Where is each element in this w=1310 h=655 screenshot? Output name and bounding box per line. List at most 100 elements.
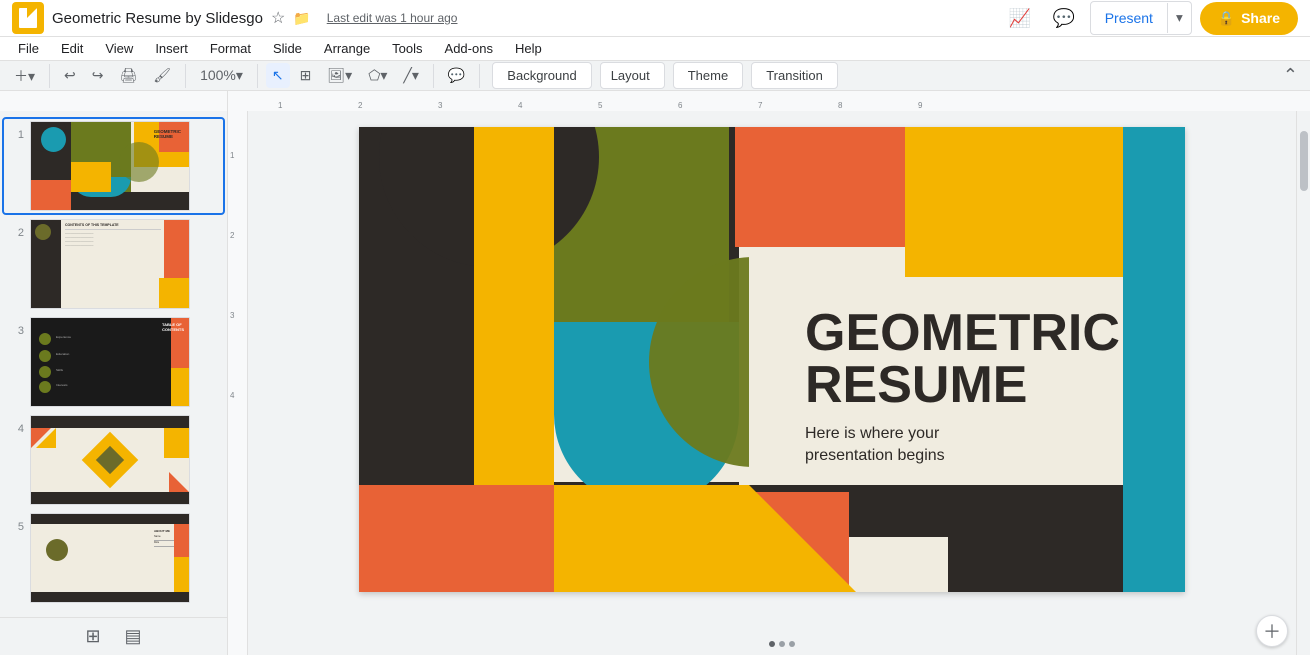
slide-thumb-3[interactable]: 3 TABLE OFCONTENTS Experience Education … [4, 315, 223, 409]
nav-dot-2[interactable] [779, 641, 785, 647]
add-button[interactable]: ＋▾ [8, 62, 41, 90]
paint-format-button[interactable]: 🖌 [147, 63, 177, 88]
present-button-group: Present ▾ [1090, 1, 1192, 35]
grid-view-button[interactable]: ⊞ [77, 622, 108, 651]
slide-thumb-4[interactable]: 4 [4, 413, 223, 507]
nav-dot-3[interactable] [789, 641, 795, 647]
sl-teal-strip [1123, 127, 1185, 592]
slide-preview-4 [30, 415, 190, 505]
ruler-corner [0, 91, 228, 111]
slide-navigation-dots [769, 641, 795, 647]
print-button[interactable]: 🖨 [114, 63, 144, 88]
slide-preview-1: GEOMETRICRESUME [30, 121, 190, 211]
image-button[interactable]: 🖼▾ [321, 63, 358, 88]
menu-help[interactable]: Help [505, 37, 552, 60]
slide-thumb-5[interactable]: 5 ABOUT ME Name Role [4, 511, 223, 605]
add-element-button[interactable]: ＋ [1256, 615, 1288, 647]
ruler-v-tick: 1 [230, 151, 234, 160]
view-toggle: ⊞ ▤ [0, 617, 227, 655]
app-icon [12, 2, 44, 34]
menu-format[interactable]: Format [200, 37, 261, 60]
ruler-tick: 9 [918, 101, 922, 110]
zoom-button[interactable]: 100%▾ [194, 63, 249, 88]
canvas-area: 1 2 3 4 [228, 111, 1296, 655]
ruler-tick: 2 [358, 101, 362, 110]
header-right: 📈 💬 Present ▾ 🔒 Share [1002, 0, 1298, 36]
select-button[interactable]: ↖ [266, 63, 290, 88]
ruler-row: 1 2 3 4 5 6 7 8 9 [0, 91, 1310, 111]
ruler-tick: 7 [758, 101, 762, 110]
star-icon[interactable]: ☆ [271, 8, 285, 28]
slide-preview-2: CONTENTS OF THIS TEMPLATE ──────────────… [30, 219, 190, 309]
folder-icon[interactable]: 📁 [293, 10, 310, 27]
toolbar-right: ⌃ [1279, 61, 1302, 90]
slides-panel: 1 GEOMETRICRESUME [0, 111, 228, 655]
ruler-vertical: 1 2 3 4 [228, 111, 248, 655]
menu-slide[interactable]: Slide [263, 37, 312, 60]
sep1 [49, 64, 50, 88]
menu-view[interactable]: View [95, 37, 143, 60]
share-label: Share [1241, 10, 1280, 26]
theme-button[interactable]: Theme [673, 62, 743, 89]
sl-yellow-stripe [474, 127, 554, 497]
ruler-tick: 6 [678, 101, 682, 110]
ruler-horizontal: 1 2 3 4 5 6 7 8 9 [228, 91, 1310, 111]
sep4 [433, 64, 434, 88]
sep5 [479, 64, 480, 88]
vertical-scrollbar[interactable] [1296, 111, 1310, 655]
slide-thumb-2[interactable]: 2 CONTENTS OF THIS TEMPLATE ────────────… [4, 217, 223, 311]
menu-arrange[interactable]: Arrange [314, 37, 380, 60]
textbox-button[interactable]: ⊞ [294, 63, 318, 88]
menu-insert[interactable]: Insert [145, 37, 198, 60]
layout-button[interactable]: Layout [600, 62, 665, 89]
ruler-v-tick: 2 [230, 231, 234, 240]
collapse-toolbar-button[interactable]: ⌃ [1279, 61, 1302, 90]
menu-file[interactable]: File [8, 37, 49, 60]
menu-edit[interactable]: Edit [51, 37, 93, 60]
slide-preview-3: TABLE OFCONTENTS Experience Education Sk… [30, 317, 190, 407]
analytics-icon[interactable]: 📈 [1002, 0, 1038, 36]
sl-coral-topright [735, 127, 905, 247]
lock-icon: 🔒 [1218, 10, 1235, 27]
slide-num-4: 4 [8, 423, 24, 435]
sep3 [257, 64, 258, 88]
background-button[interactable]: Background [492, 62, 591, 89]
comment-button[interactable]: 💬 [442, 63, 471, 88]
comments-icon[interactable]: 💬 [1046, 0, 1082, 36]
scrollbar-thumb[interactable] [1300, 131, 1308, 191]
ruler-tick: 1 [278, 101, 282, 110]
ruler-tick: 8 [838, 101, 842, 110]
undo-button[interactable]: ↩ [58, 63, 82, 88]
present-main-button[interactable]: Present [1091, 3, 1168, 33]
ruler-tick: 4 [518, 101, 522, 110]
slide-title-line2: RESUME [805, 356, 1027, 414]
slide-num-3: 3 [8, 325, 24, 337]
menubar: File Edit View Insert Format Slide Arran… [0, 37, 1310, 61]
line-button[interactable]: ╱▾ [397, 63, 424, 88]
last-edit[interactable]: Last edit was 1 hour ago [327, 11, 458, 25]
shape-button[interactable]: ⬠▾ [362, 63, 393, 88]
nav-dot-1[interactable] [769, 641, 775, 647]
menu-tools[interactable]: Tools [382, 37, 432, 60]
sep2 [185, 64, 186, 88]
sl-coral-bl [359, 485, 554, 592]
present-dropdown-button[interactable]: ▾ [1168, 2, 1191, 34]
ruler-tick: 3 [438, 101, 442, 110]
sl-text-area: GEOMETRIC RESUME Here is where yourprese… [805, 307, 1105, 468]
menu-addons[interactable]: Add-ons [435, 37, 503, 60]
slide-canvas[interactable]: GEOMETRIC RESUME Here is where yourprese… [359, 127, 1185, 592]
ruler-tick: 5 [598, 101, 602, 110]
app-layout: Geometric Resume by Slidesgo ☆ 📁 Last ed… [0, 0, 1310, 618]
share-button[interactable]: 🔒 Share [1200, 2, 1298, 35]
transition-button[interactable]: Transition [751, 62, 838, 89]
slide-title: GEOMETRIC RESUME [805, 307, 1105, 411]
filmstrip-view-button[interactable]: ▤ [117, 622, 150, 651]
slide-thumb-1[interactable]: 1 GEOMETRICRESUME [4, 119, 223, 213]
app-icon-inner [19, 8, 37, 28]
redo-button[interactable]: ↪ [86, 63, 110, 88]
sl-dark-br [948, 485, 1123, 592]
toolbar: ＋▾ ↩ ↪ 🖨 🖌 100%▾ ↖ ⊞ 🖼▾ ⬠▾ ╱▾ 💬 Backgrou… [0, 61, 1310, 91]
ruler-v-tick: 3 [230, 311, 234, 320]
slide-title-line1: GEOMETRIC [805, 304, 1120, 362]
doc-title[interactable]: Geometric Resume by Slidesgo [52, 10, 263, 27]
